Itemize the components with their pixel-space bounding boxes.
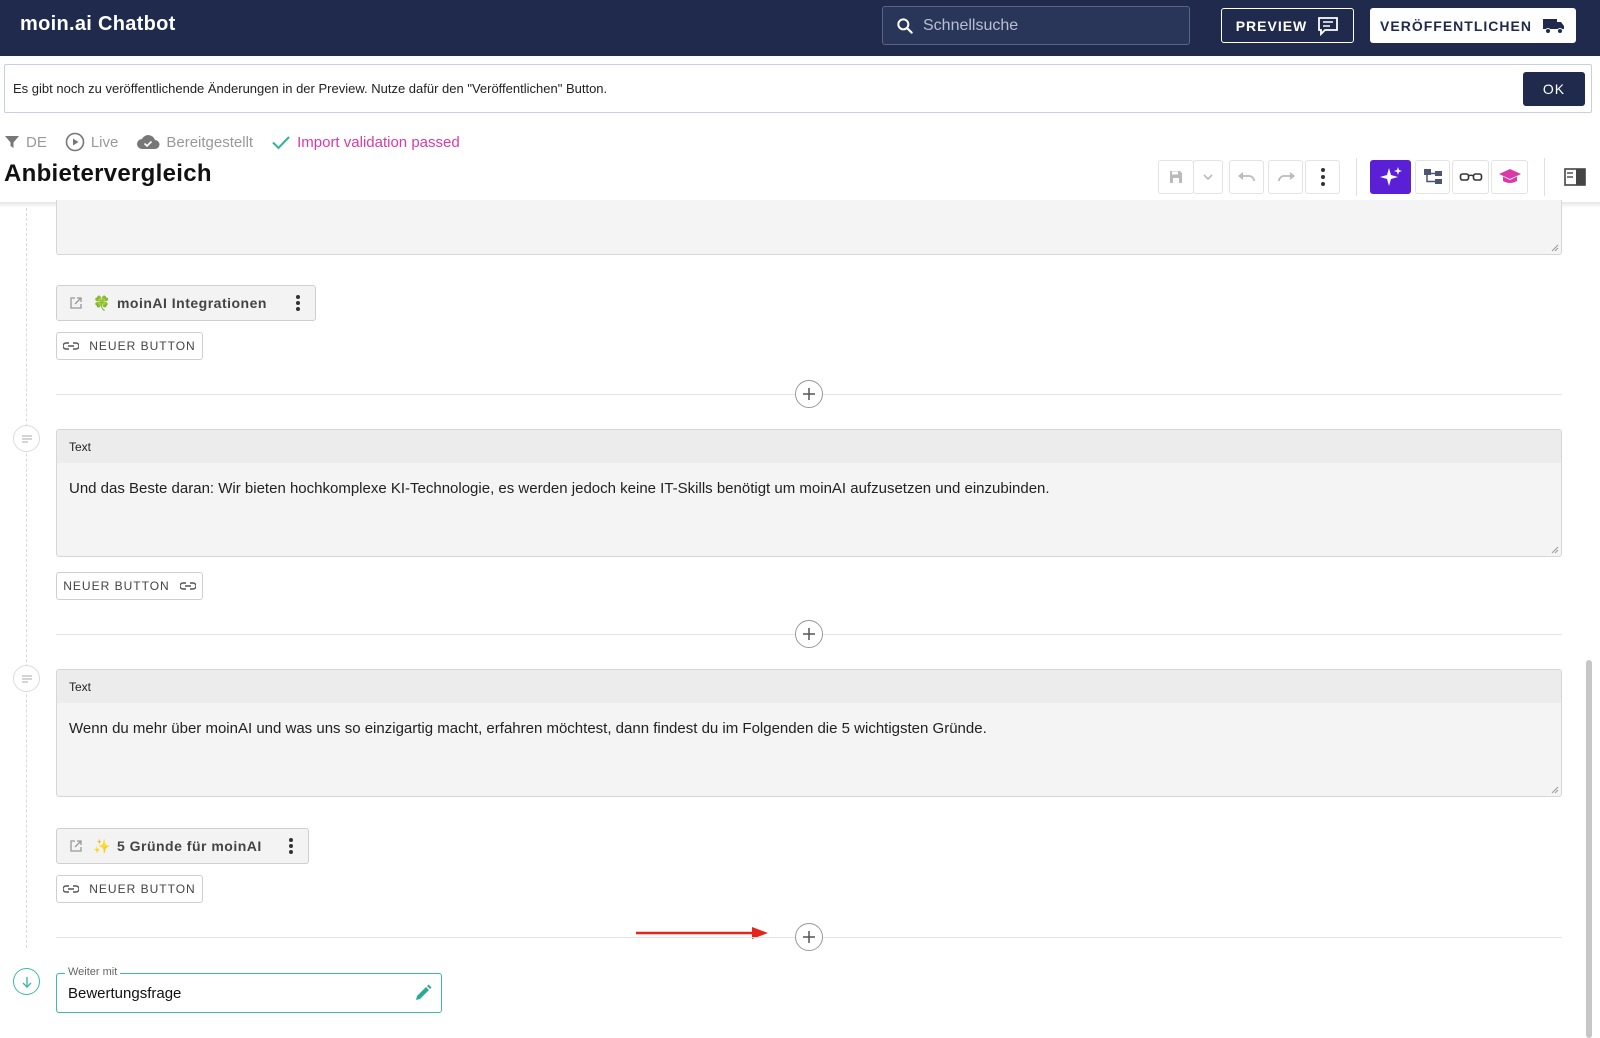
text-lines-icon [21,674,32,683]
resize-grip-icon [1551,546,1559,554]
new-button-2[interactable]: NEUER BUTTON [56,572,203,600]
text-lines-icon [21,434,32,443]
arrow-down-icon [22,976,31,988]
add-block-button-2[interactable] [795,620,823,648]
link-icon [63,342,80,350]
app-title: moin.ai Chatbot [20,13,176,35]
search-placeholder: Schnellsuche [923,16,1019,34]
notice-message: Es gibt noch zu veröffentlichende Änderu… [13,81,608,96]
sparkles-emoji: ✨ [93,837,111,854]
link-icon [179,582,196,590]
add-block-button-3[interactable] [795,923,823,951]
status-row: DE Live Bereitgestellt Import validation… [4,130,478,154]
ok-button[interactable]: OK [1523,72,1585,106]
play-circle-icon [65,132,85,152]
publish-label: VERÖFFENTLICHEN [1380,17,1532,34]
new-button-3[interactable]: NEUER BUTTON [56,875,203,903]
text-block-1[interactable]: Text Und das Beste daran: Wir bieten hoc… [56,429,1562,557]
continue-with-field[interactable]: Weiter mit Bewertungsfrage [56,966,442,1013]
ai-assist-button[interactable] [1370,160,1411,194]
new-button-label: NEUER BUTTON [63,579,170,593]
live-label: Live [90,133,119,151]
clover-emoji: 🍀 [93,294,111,311]
button-chip-label: moinAI Integrationen [116,295,267,311]
tree-icon [1423,169,1442,184]
unpublished-changes-notice: Es gibt noch zu veröffentlichende Änderu… [4,64,1592,113]
preview-label: PREVIEW [1235,17,1308,34]
panel-icon [1563,168,1586,186]
redo-button[interactable] [1268,160,1303,194]
button-chip-label: 5 Gründe für moinAI [116,838,262,854]
validation-status: Import validation passed [271,134,460,151]
publish-button[interactable]: VERÖFFENTLICHEN [1370,8,1576,43]
toolbar-divider [1356,158,1357,196]
continue-marker [13,968,40,995]
flow-view-button[interactable] [1415,160,1450,194]
save-options-button[interactable] [1193,160,1223,194]
validation-label: Import validation passed [297,133,460,151]
button-chip-gruende[interactable]: ✨ 5 Gründe für moinAI [56,828,309,864]
continue-with-value: Bewertungsfrage [68,985,182,1002]
text-block-body[interactable]: Wenn du mehr über moinAI und was uns so … [57,703,1561,737]
graduation-cap-icon [1498,169,1521,183]
save-button[interactable] [1158,160,1194,194]
more-vert-icon [1320,168,1325,186]
text-block-body[interactable]: Und das Beste daran: Wir bieten hochkomp… [57,463,1561,497]
chat-icon [1318,16,1339,36]
continue-with-label: Weiter mit [65,966,121,978]
text-block-marker-2 [13,665,40,692]
new-button-label: NEUER BUTTON [89,882,196,896]
preview-glasses-button[interactable] [1452,160,1489,194]
live-status: Live [65,132,119,152]
chevron-down-icon [1203,174,1213,181]
text-block-previous[interactable] [56,200,1562,255]
preview-button[interactable]: PREVIEW [1221,8,1354,43]
undo-icon [1237,172,1255,182]
resize-grip-icon [1551,786,1559,794]
language-label: DE [26,133,47,151]
link-icon [63,885,80,893]
page-title: Anbietervergleich [4,160,212,187]
external-link-icon [70,297,82,309]
toolbar-divider-2 [1544,158,1545,196]
filter-icon [5,136,19,148]
pencil-icon[interactable] [413,983,433,1003]
search-input[interactable]: Schnellsuche [882,6,1190,45]
add-block-button-1[interactable] [795,380,823,408]
plus-icon [803,628,815,640]
resize-grip-icon [1551,244,1559,252]
external-link-icon [70,840,82,852]
truck-icon [1542,18,1564,34]
cloud-check-icon [137,135,160,149]
text-block-2[interactable]: Text Wenn du mehr über moinAI und was un… [56,669,1562,797]
language-filter[interactable]: DE [4,134,47,151]
new-button-label: NEUER BUTTON [89,339,196,353]
scrollbar[interactable] [1586,660,1592,1038]
button-chip-integrationen[interactable]: 🍀 moinAI Integrationen [56,285,316,321]
app-bar: moin.ai Chatbot Schnellsuche PREVIEW VER… [0,0,1600,56]
text-block-marker-1 [13,425,40,452]
check-icon [272,136,290,150]
new-button-1[interactable]: NEUER BUTTON [56,332,203,360]
plus-icon [803,388,815,400]
more-options-button[interactable] [1305,160,1340,194]
text-block-header: Text [57,430,1561,463]
learning-button[interactable] [1491,160,1528,194]
plus-icon [803,931,815,943]
glasses-icon [1459,173,1482,181]
redo-icon [1277,172,1295,182]
save-icon [1170,171,1182,183]
more-vert-icon[interactable] [295,294,301,312]
flow-line [26,208,27,948]
sparkle-icon [1379,167,1402,186]
undo-button[interactable] [1229,160,1264,194]
side-panel-button[interactable] [1557,160,1592,194]
search-icon [897,17,913,34]
more-vert-icon[interactable] [288,837,294,855]
deployed-status: Bereitgestellt [136,133,253,151]
text-block-header: Text [57,670,1561,703]
deployed-label: Bereitgestellt [166,133,254,151]
